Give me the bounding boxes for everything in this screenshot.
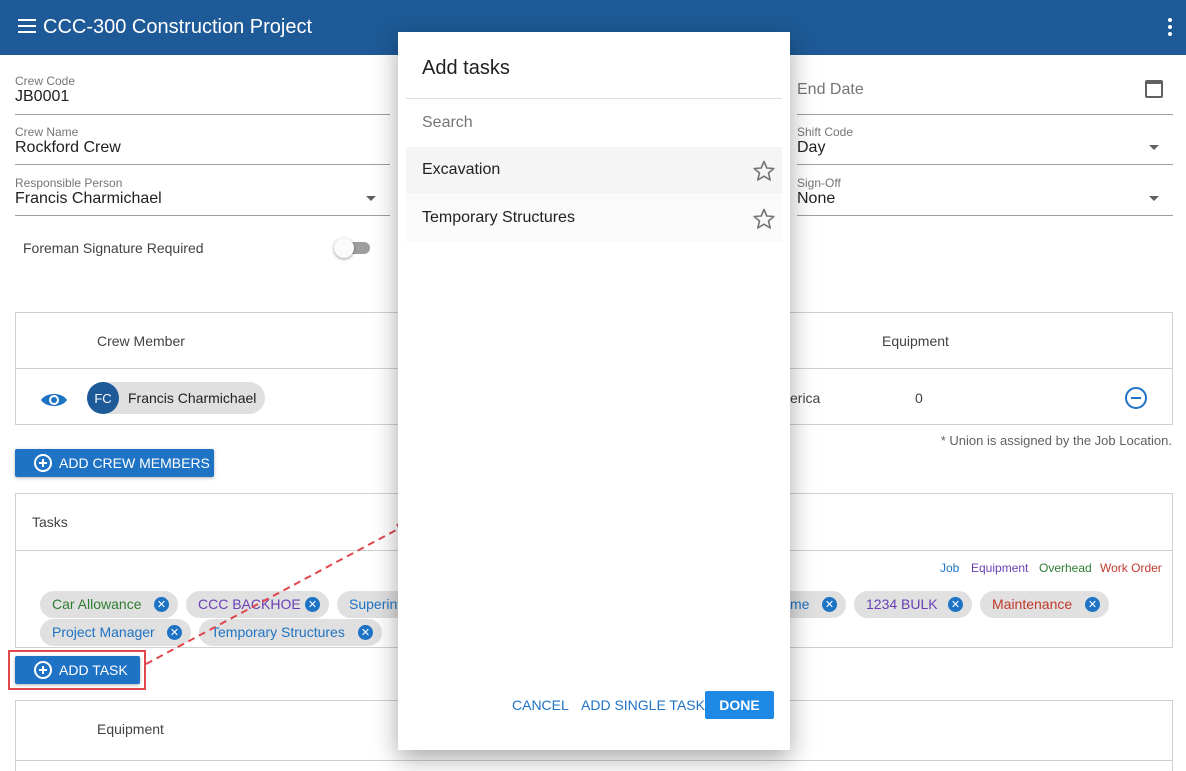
search-input[interactable] xyxy=(406,99,782,147)
done-button[interactable]: DONE xyxy=(705,691,774,719)
task-list-item[interactable]: Temporary Structures xyxy=(406,195,782,242)
add-single-task-button[interactable]: ADD SINGLE TASK xyxy=(581,691,705,719)
dialog-title: Add tasks xyxy=(422,57,510,79)
star-outline-icon[interactable] xyxy=(752,207,776,231)
task-list-item-label: Temporary Structures xyxy=(422,209,575,226)
annotation-arrow-line xyxy=(145,527,401,665)
add-tasks-dialog: Add tasks Excavation Temporary Structure… xyxy=(398,32,790,750)
star-outline-icon[interactable] xyxy=(752,159,776,183)
cancel-button[interactable]: CANCEL xyxy=(512,691,569,719)
task-list-item-label: Excavation xyxy=(422,161,501,178)
task-list-item[interactable]: Excavation xyxy=(406,147,782,194)
